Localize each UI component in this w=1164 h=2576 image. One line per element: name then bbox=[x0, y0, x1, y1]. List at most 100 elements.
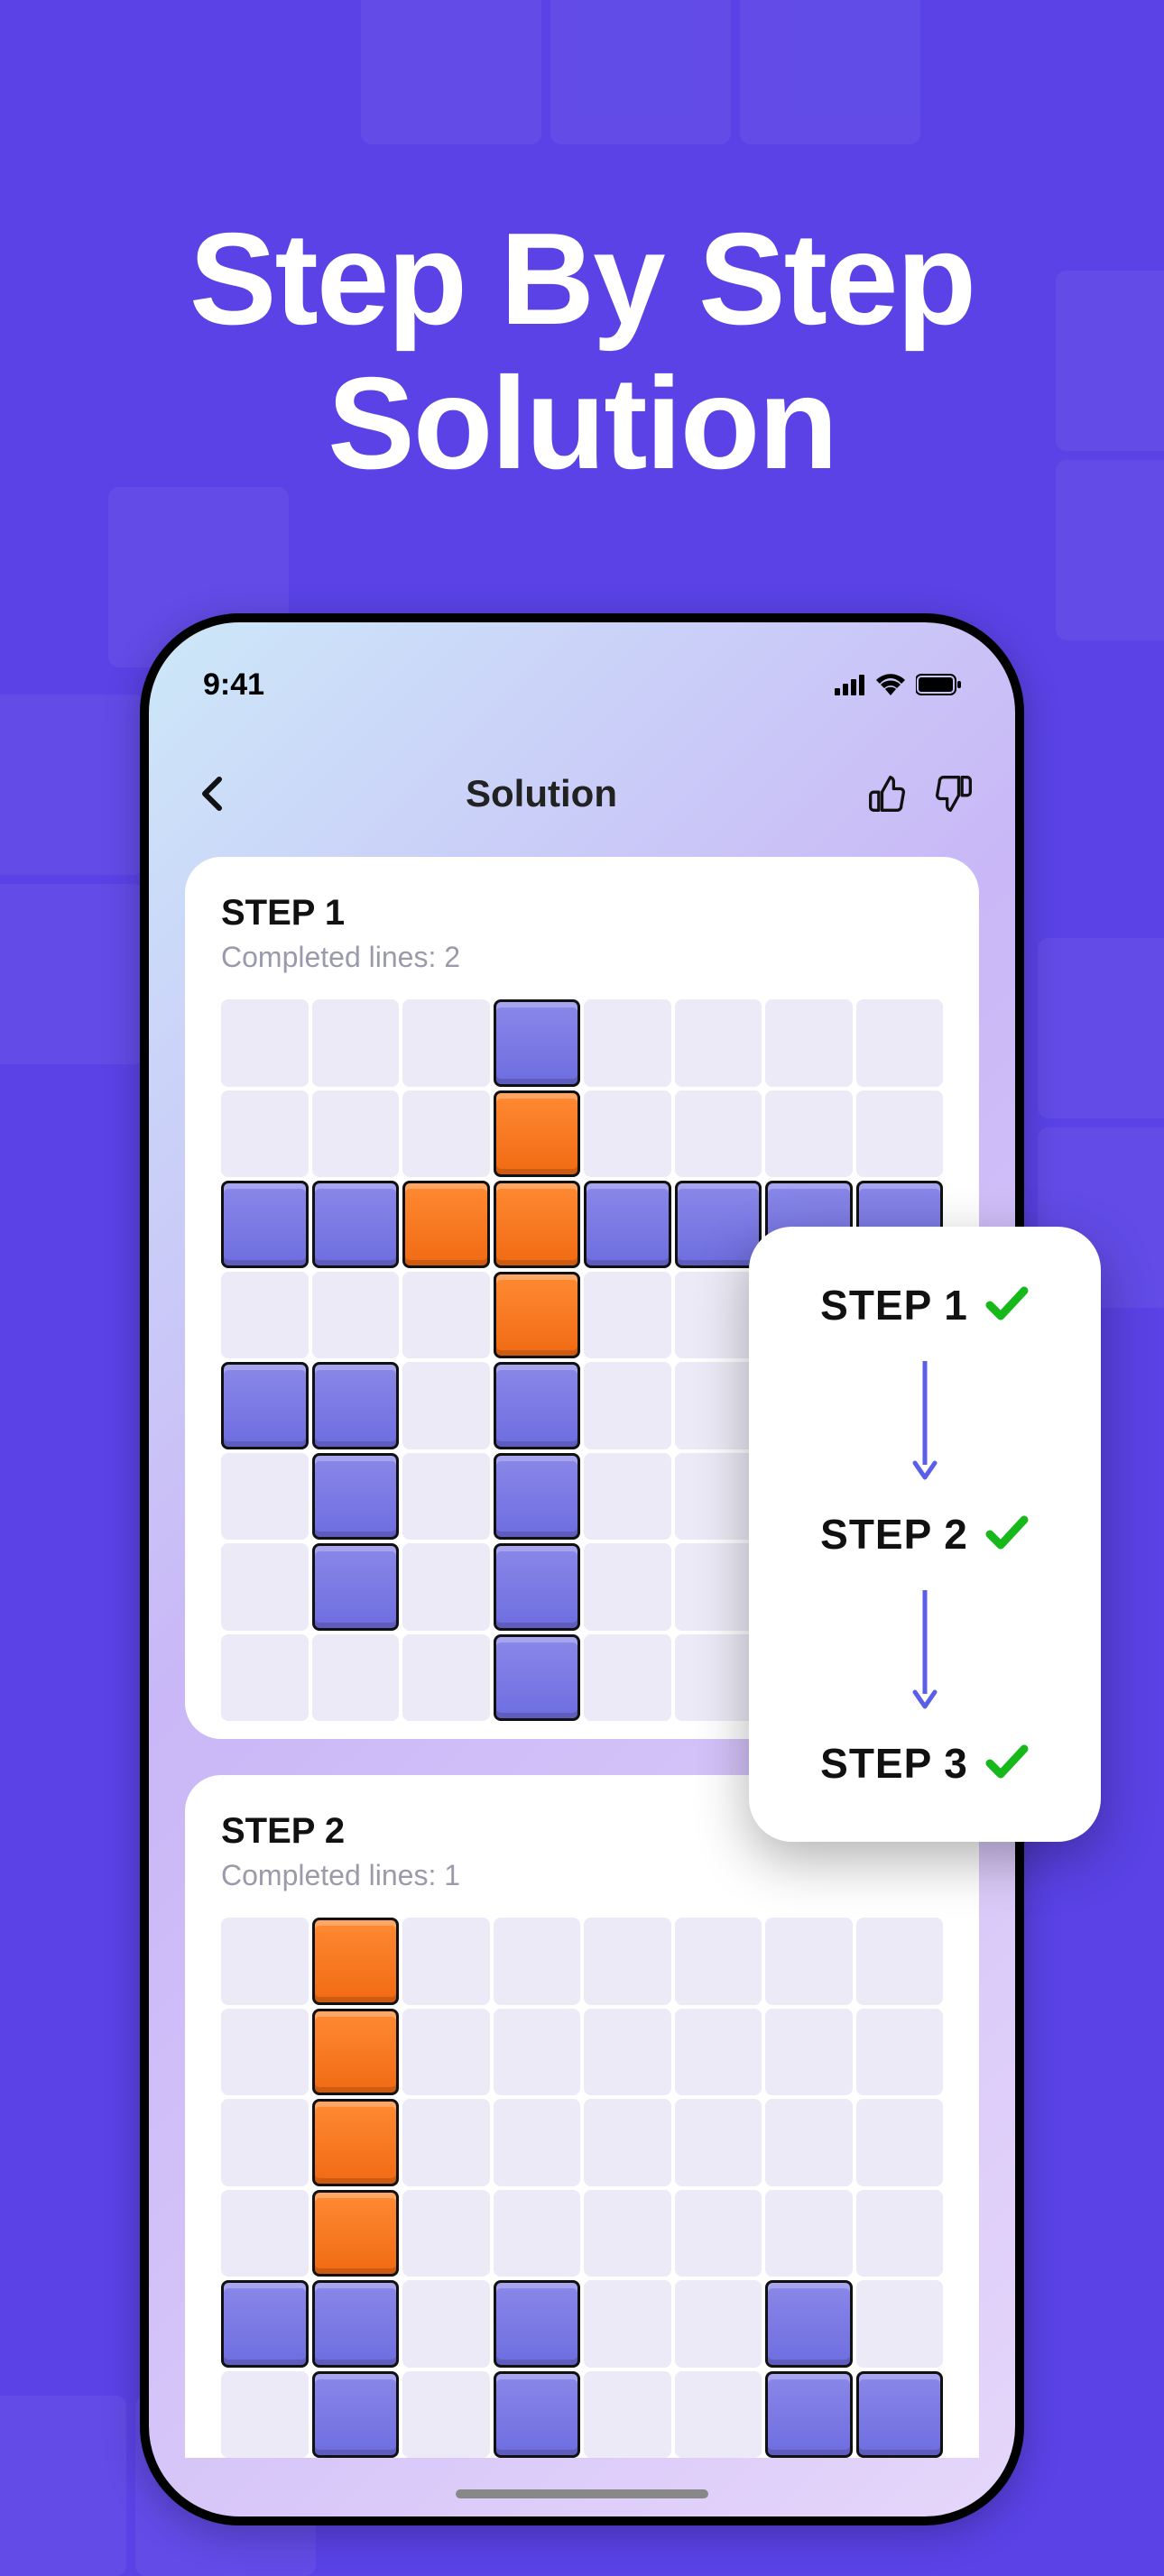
cell-empty bbox=[402, 1543, 490, 1631]
arrow-down-icon bbox=[911, 1357, 938, 1483]
cell-empty bbox=[584, 1272, 671, 1359]
block-blue bbox=[856, 2371, 944, 2459]
block-blue bbox=[675, 1181, 762, 1268]
cell-empty bbox=[402, 1918, 490, 2005]
cell-empty bbox=[675, 1090, 762, 1178]
cell-empty bbox=[221, 2009, 309, 2096]
arrow-down-icon bbox=[911, 1586, 938, 1712]
block-blue bbox=[494, 2280, 581, 2368]
home-indicator bbox=[456, 2489, 708, 2498]
block-blue bbox=[312, 1453, 400, 1541]
block-blue bbox=[765, 2371, 853, 2459]
cell-empty bbox=[675, 2099, 762, 2186]
block-orange bbox=[494, 1090, 581, 1178]
block-blue bbox=[312, 1543, 400, 1631]
cell-empty bbox=[402, 1362, 490, 1449]
cell-empty bbox=[402, 999, 490, 1087]
cell-empty bbox=[221, 1634, 309, 1722]
wifi-icon bbox=[876, 674, 905, 695]
cell-empty bbox=[221, 1272, 309, 1359]
block-blue bbox=[494, 999, 581, 1087]
cell-empty bbox=[856, 1918, 944, 2005]
block-blue bbox=[494, 1453, 581, 1541]
block-orange bbox=[312, 2009, 400, 2096]
cell-empty bbox=[584, 2009, 671, 2096]
cell-empty bbox=[494, 2009, 581, 2096]
cell-empty bbox=[675, 999, 762, 1087]
cell-empty bbox=[221, 2371, 309, 2459]
check-icon bbox=[984, 1285, 1030, 1326]
step-sequence-overlay: STEP 1 STEP 2 STEP 3 bbox=[749, 1227, 1101, 1842]
bg-decor bbox=[0, 2396, 126, 2576]
block-orange bbox=[494, 1181, 581, 1268]
status-time: 9:41 bbox=[203, 667, 264, 703]
step-title: STEP 1 bbox=[221, 893, 943, 934]
step-subtitle: Completed lines: 2 bbox=[221, 941, 943, 974]
step-card-2: STEP 2 Completed lines: 1 bbox=[185, 1775, 979, 2458]
thumbs-down-button[interactable] bbox=[928, 768, 979, 819]
battery-icon bbox=[916, 674, 961, 695]
sequence-label: STEP 3 bbox=[820, 1739, 968, 1788]
cell-empty bbox=[584, 2280, 671, 2368]
cell-empty bbox=[584, 1918, 671, 2005]
cell-empty bbox=[675, 2190, 762, 2277]
cell-empty bbox=[402, 2190, 490, 2277]
cell-empty bbox=[675, 2280, 762, 2368]
block-orange bbox=[312, 1918, 400, 2005]
cell-empty bbox=[765, 2009, 853, 2096]
cell-empty bbox=[402, 1272, 490, 1359]
step-subtitle: Completed lines: 1 bbox=[221, 1859, 943, 1892]
cell-empty bbox=[312, 1272, 400, 1359]
cell-empty bbox=[584, 1543, 671, 1631]
cell-empty bbox=[221, 1090, 309, 1178]
sequence-item-3: STEP 3 bbox=[820, 1739, 1030, 1788]
bg-decor bbox=[361, 0, 541, 144]
cell-empty bbox=[221, 999, 309, 1087]
cell-empty bbox=[221, 1918, 309, 2005]
cell-empty bbox=[312, 1634, 400, 1722]
cell-empty bbox=[494, 2190, 581, 2277]
cell-empty bbox=[584, 2190, 671, 2277]
cell-empty bbox=[584, 1453, 671, 1541]
sequence-item-1: STEP 1 bbox=[820, 1281, 1030, 1329]
cell-empty bbox=[584, 1090, 671, 1178]
thumbs-up-icon bbox=[867, 774, 907, 814]
cell-empty bbox=[765, 2190, 853, 2277]
block-blue bbox=[312, 2371, 400, 2459]
cell-empty bbox=[856, 2280, 944, 2368]
status-bar: 9:41 bbox=[149, 662, 1015, 707]
cell-empty bbox=[675, 2371, 762, 2459]
block-blue bbox=[221, 1181, 309, 1268]
cell-empty bbox=[402, 2371, 490, 2459]
thumbs-up-button[interactable] bbox=[862, 768, 912, 819]
block-blue bbox=[584, 1181, 671, 1268]
cell-empty bbox=[584, 1362, 671, 1449]
check-icon bbox=[984, 1743, 1030, 1784]
cell-empty bbox=[856, 2009, 944, 2096]
block-orange bbox=[312, 2099, 400, 2186]
block-blue bbox=[221, 2280, 309, 2368]
cell-empty bbox=[675, 2009, 762, 2096]
sequence-label: STEP 2 bbox=[820, 1510, 968, 1559]
cell-empty bbox=[221, 2099, 309, 2186]
hero-title-line1: Step By Step bbox=[0, 207, 1164, 352]
cell-empty bbox=[675, 1918, 762, 2005]
cell-empty bbox=[402, 2009, 490, 2096]
cell-empty bbox=[765, 1090, 853, 1178]
block-orange bbox=[494, 1272, 581, 1359]
block-blue bbox=[312, 1362, 400, 1449]
cell-empty bbox=[494, 2099, 581, 2186]
cell-empty bbox=[765, 999, 853, 1087]
block-blue bbox=[765, 2280, 853, 2368]
block-blue bbox=[312, 2280, 400, 2368]
cell-empty bbox=[402, 2280, 490, 2368]
block-blue bbox=[494, 1543, 581, 1631]
cell-empty bbox=[856, 2190, 944, 2277]
sequence-item-2: STEP 2 bbox=[820, 1510, 1030, 1559]
cell-empty bbox=[312, 1090, 400, 1178]
bg-decor bbox=[0, 884, 144, 1064]
block-blue bbox=[494, 2371, 581, 2459]
bg-decor bbox=[1038, 938, 1164, 1118]
hero-title-line2: Solution bbox=[0, 352, 1164, 496]
block-blue bbox=[221, 1362, 309, 1449]
